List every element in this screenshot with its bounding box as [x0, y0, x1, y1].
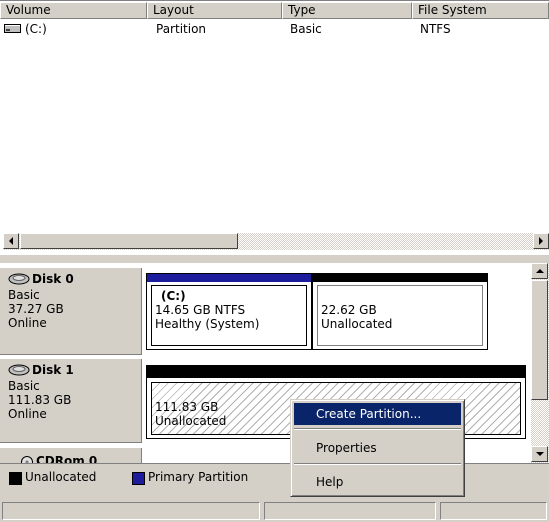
legend-label-unallocated: Unallocated [25, 470, 97, 484]
partition-label: (C:) [161, 289, 186, 303]
disk-type: Basic [8, 379, 40, 393]
partition-bar [147, 274, 311, 282]
scroll-up-button[interactable] [531, 263, 548, 279]
status-bar [0, 500, 549, 522]
arrow-right-icon [539, 237, 543, 245]
cdrom-icon [20, 455, 34, 463]
context-menu[interactable]: Create Partition... Properties Help [290, 399, 465, 497]
disk-icon [8, 273, 30, 288]
menu-separator [294, 463, 461, 465]
scroll-left-button[interactable] [3, 233, 19, 249]
type-cell: Basic [290, 22, 322, 36]
scroll-down-button[interactable] [531, 446, 548, 462]
disk-1-label[interactable]: Disk 1 Basic 111.83 GB Online [0, 359, 142, 443]
partition-c[interactable]: (C:) 14.65 GB NTFS Healthy (System) [146, 273, 312, 350]
partition-disk0-unallocated[interactable]: 22.62 GB Unallocated [312, 273, 488, 350]
disk-status: Online [8, 407, 47, 421]
layout-cell: Partition [156, 22, 207, 36]
column-header-layout[interactable]: Layout [147, 2, 282, 19]
column-header-file-system[interactable]: File System [412, 2, 549, 19]
disk-size: 111.83 GB [8, 393, 72, 407]
volume-name: (C:) [25, 22, 47, 36]
partition-size: 22.62 GB [321, 303, 377, 317]
arrow-left-icon [9, 237, 13, 245]
partition-bar [147, 366, 525, 378]
scroll-right-button[interactable] [533, 233, 549, 249]
legend-swatch-primary [132, 472, 145, 485]
legend-label-primary: Primary Partition [148, 470, 249, 484]
disk-icon [8, 364, 30, 379]
arrow-up-icon [535, 269, 544, 273]
horizontal-scroll-thumb[interactable] [20, 233, 238, 249]
partition-c-box: (C:) 14.65 GB NTFS Healthy (System) [151, 285, 307, 346]
cdrom-0-label[interactable]: CDRom 0 [0, 448, 142, 463]
drive-icon [4, 22, 22, 38]
pane-splitter[interactable] [0, 255, 549, 263]
status-panel [264, 502, 436, 520]
partition-status: Healthy (System) [155, 317, 260, 331]
column-header-type[interactable]: Type [282, 2, 412, 19]
partition-unallocated-box: 22.62 GB Unallocated [317, 285, 483, 346]
menu-separator [294, 428, 461, 430]
vertical-scroll-thumb[interactable] [531, 280, 548, 400]
menu-item-create-partition[interactable]: Create Partition... [294, 403, 461, 425]
legend-swatch-unallocated [9, 472, 22, 485]
disk-status: Online [8, 316, 47, 330]
disk-name: CDRom 0 [36, 454, 98, 463]
volume-list[interactable]: Volume Layout Type File System (C:) Part… [0, 0, 549, 256]
legend: Unallocated Primary Partition [0, 463, 549, 492]
status-panel [440, 502, 547, 520]
column-header-volume[interactable]: Volume [0, 2, 147, 19]
partition-size: 14.65 GB NTFS [155, 303, 246, 317]
menu-item-properties[interactable]: Properties [294, 437, 461, 459]
arrow-down-icon [535, 452, 544, 456]
partition-status: Unallocated [321, 317, 393, 331]
file-system-cell: NTFS [420, 22, 451, 36]
disk-name: Disk 1 [32, 363, 74, 377]
vertical-scrollbar[interactable] [531, 263, 549, 463]
disk-size: 37.27 GB [8, 302, 64, 316]
horizontal-scrollbar[interactable] [3, 233, 549, 250]
menu-item-help[interactable]: Help [294, 471, 461, 493]
disk-name: Disk 0 [32, 272, 74, 286]
disk-type: Basic [8, 288, 40, 302]
volume-cell: (C:) [4, 21, 47, 38]
status-panel [2, 502, 260, 520]
partition-bar [313, 274, 487, 282]
disk-0-label[interactable]: Disk 0 Basic 37.27 GB Online [0, 268, 142, 355]
